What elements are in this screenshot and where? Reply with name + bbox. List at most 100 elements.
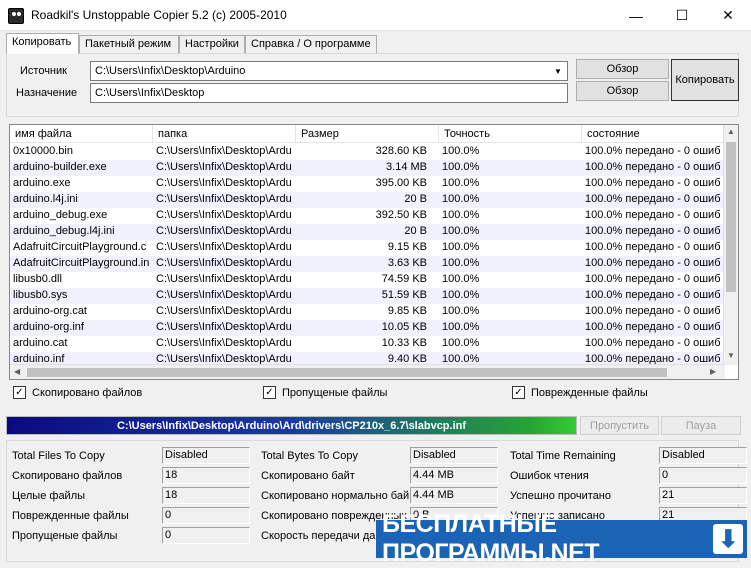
table-cell: AdafruitCircuitPlayground.c [13,241,147,253]
table-row[interactable]: libusb0.dll C:\Users\Infix\Desktop\Ardu 74… [10,272,725,288]
table-row[interactable]: arduino.cat C:\Users\Infix\Desktop\Ardu 10… [10,336,725,352]
table-cell: 9.15 KB [387,241,427,253]
table-cell: arduino_debug.l4j.ini [13,225,115,237]
vertical-scroll-thumb[interactable] [726,142,736,292]
table-row[interactable]: AdafruitCircuitPlayground.c C:\Users\Infi… [10,240,725,256]
window-title: Roadkil's Unstoppable Copier 5.2 (c) 200… [31,8,287,22]
stat-value: Disabled [659,447,747,464]
table-cell: 51.59 KB [381,289,427,301]
skipped-files-checkbox[interactable]: ✓ Пропущеные файлы [263,386,387,399]
table-cell: AdafruitCircuitPlayground.in [13,257,150,269]
copy-panel: Источник C:\Users\Infix\Desktop\Arduino … [6,53,739,117]
dest-value: C:\Users\Infix\Desktop [95,87,205,99]
source-combo[interactable]: C:\Users\Infix\Desktop\Arduino ▼ [90,61,568,81]
table-cell: C:\Users\Infix\Desktop\Ardu [156,257,292,269]
col-header-filename[interactable]: имя файла [10,125,153,143]
stat-label: Ошибок чтения [510,470,589,482]
watermark-banner: БЕСПЛАТНЫЕ ПРОГРАММЫ.NET ⬇ [376,510,747,567]
stat-value: 0 [659,467,747,484]
table-row[interactable]: arduino_debug.exe C:\Users\Infix\Desktop\… [10,208,725,224]
table-row[interactable]: 0x10000.bin C:\Users\Infix\Desktop\Ardu 32… [10,144,725,160]
filter-checkboxes: ✓ Скопировано файлов ✓ Пропущеные файлы … [9,384,739,402]
copied-files-label: Скопировано файлов [32,386,143,399]
browse-dest-button[interactable]: Обзор [576,81,669,101]
table-cell: 0x10000.bin [13,145,73,157]
skip-button[interactable]: Пропустить [580,416,659,435]
col-header-size[interactable]: Размер [296,125,439,143]
damaged-files-label: Поврежденные файлы [531,386,648,399]
minimize-icon: — [629,7,643,24]
table-cell: arduino-org.cat [13,305,87,317]
table-cell: 100.0% передано - 0 ошиб [585,225,721,237]
maximize-button[interactable]: ☐ [659,0,705,31]
col-header-status[interactable]: состояние [582,125,725,143]
table-cell: arduino.exe [13,177,71,189]
check-icon[interactable]: ✓ [263,386,276,399]
damaged-files-checkbox[interactable]: ✓ Поврежденные файлы [512,386,648,399]
dest-input[interactable]: C:\Users\Infix\Desktop [90,83,568,103]
tab-settings[interactable]: Настройки [179,35,245,53]
skipped-files-label: Пропущеные файлы [282,386,388,399]
source-label: Источник [20,65,67,77]
table-cell: 100.0% передано - 0 ошиб [585,209,721,221]
table-row[interactable]: arduino.l4j.ini C:\Users\Infix\Desktop\Ar… [10,192,725,208]
table-cell: arduino_debug.exe [13,209,108,221]
table-cell: 392.50 KB [375,209,427,221]
table-cell: C:\Users\Infix\Desktop\Ardu [156,145,292,157]
stat-label: Целые файлы [12,490,86,502]
tab-help[interactable]: Справка / О программе [245,35,377,53]
horizontal-scrollbar[interactable]: ◀ ▶ [10,364,725,379]
table-cell: 100.0% [442,321,480,333]
column-headers: имя файла папка Размер Точность состояни… [10,125,725,143]
table-cell: arduino.l4j.ini [13,193,78,205]
check-icon[interactable]: ✓ [512,386,525,399]
minimize-button[interactable]: — [613,0,659,31]
table-cell: C:\Users\Infix\Desktop\Ardu [156,337,292,349]
table-cell: 100.0% передано - 0 ошиб [585,273,721,285]
tab-copy[interactable]: Копировать [6,33,79,54]
title-bar[interactable]: Roadkil's Unstoppable Copier 5.2 (c) 200… [0,0,751,31]
col-header-folder[interactable]: папка [153,125,296,143]
scroll-up-icon[interactable]: ▲ [727,127,735,136]
stat-label: Скопировано файлов [12,470,123,482]
table-row[interactable]: libusb0.sys C:\Users\Infix\Desktop\Ardu 51… [10,288,725,304]
copy-button[interactable]: Копировать [671,59,739,101]
table-cell: 100.0% [442,241,480,253]
table-cell: C:\Users\Infix\Desktop\Ardu [156,225,292,237]
stat-value: 4.44 MB [410,467,498,484]
table-cell: 100.0% [442,273,480,285]
table-row[interactable]: arduino-org.cat C:\Users\Infix\Desktop\Ar… [10,304,725,320]
tab-batch[interactable]: Пакетный режим [79,35,179,53]
table-cell: 20 B [404,225,427,237]
scroll-left-icon[interactable]: ◀ [14,367,20,376]
close-button[interactable]: ✕ [705,0,751,31]
copied-files-checkbox[interactable]: ✓ Скопировано файлов [13,386,142,399]
table-cell: 100.0% [442,209,480,221]
stat-label: Скопировано нормально байт [261,490,409,502]
table-row[interactable]: arduino.exe C:\Users\Infix\Desktop\Ardu 39… [10,176,725,192]
chevron-down-icon[interactable]: ▼ [550,63,566,79]
check-icon[interactable]: ✓ [13,386,26,399]
table-row[interactable]: arduino-builder.exe C:\Users\Infix\Deskto… [10,160,725,176]
vertical-scrollbar[interactable]: ▲ ▼ [723,125,738,365]
table-cell: 3.63 KB [387,257,427,269]
table-cell: 100.0% [442,177,480,189]
pause-button[interactable]: Пауза [661,416,741,435]
table-cell: 100.0% [442,225,480,237]
table-cell: 100.0% передано - 0 ошиб [585,177,721,189]
scroll-down-icon[interactable]: ▼ [727,351,735,360]
table-row[interactable]: AdafruitCircuitPlayground.in C:\Users\Inf… [10,256,725,272]
horizontal-scroll-thumb[interactable] [27,368,667,377]
stat-label: Поврежденные файлы [12,510,129,522]
file-list[interactable]: имя файла папка Размер Точность состояни… [9,124,739,380]
stat-label: Total Files To Copy [12,450,105,462]
table-cell: 100.0% [442,337,480,349]
browse-source-button[interactable]: Обзор [576,59,669,79]
stat-value: Disabled [162,447,250,464]
table-cell: 100.0% передано - 0 ошиб [585,193,721,205]
table-row[interactable]: arduino-org.inf C:\Users\Infix\Desktop\Ar… [10,320,725,336]
table-row[interactable]: arduino_debug.l4j.ini C:\Users\Infix\Desk… [10,224,725,240]
table-cell: 100.0% передано - 0 ошиб [585,337,721,349]
col-header-accuracy[interactable]: Точность [439,125,582,143]
scroll-right-icon[interactable]: ▶ [710,367,716,376]
